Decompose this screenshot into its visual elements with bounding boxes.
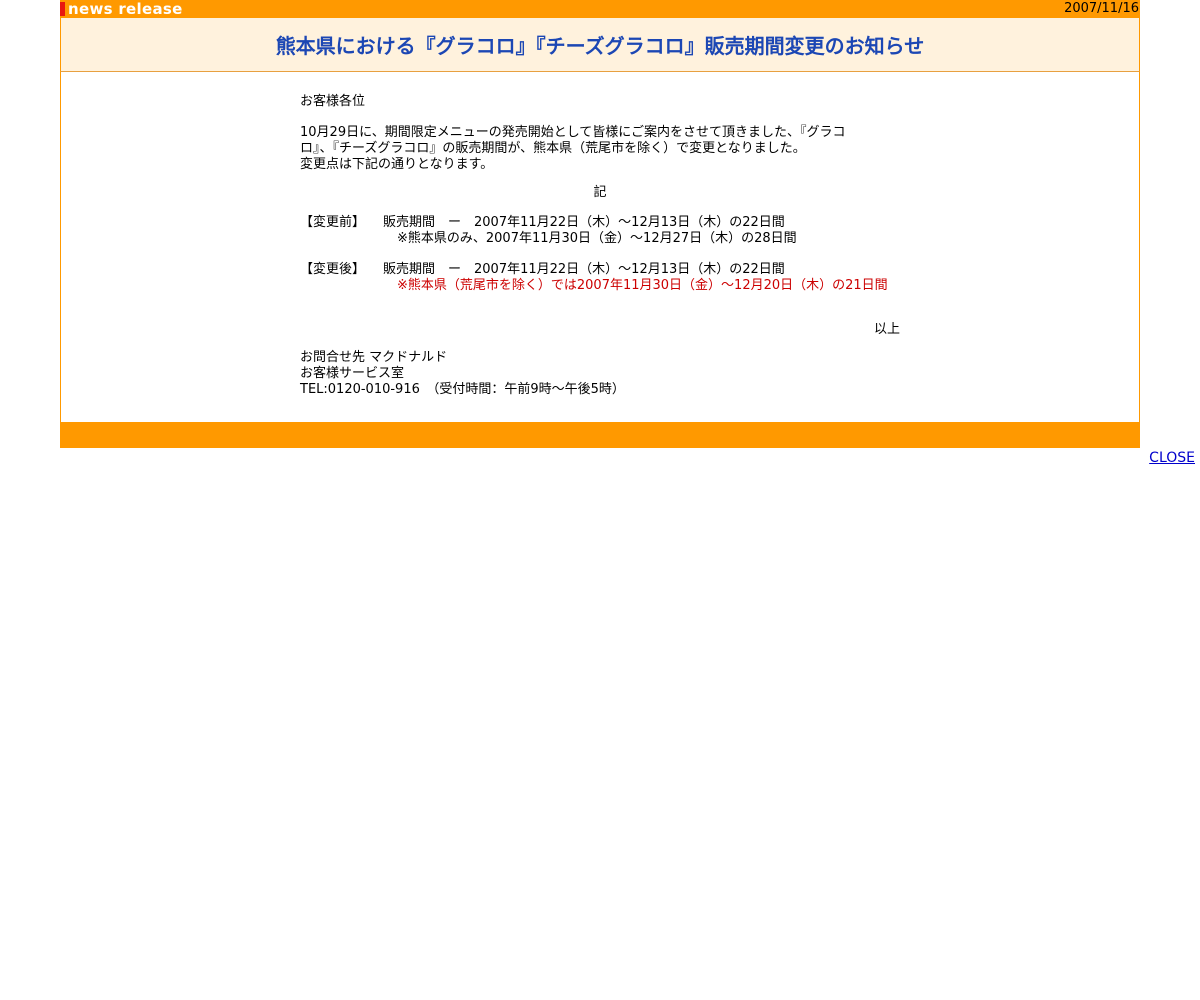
after-line-2-highlight: ※熊本県（荒尾市を除く）では2007年11月30日（金）～12月20日（木）の2…: [397, 278, 888, 293]
close-link[interactable]: CLOSE: [1149, 450, 1195, 466]
contact-block: お問合せ先 マクドナルド お客様サービス室 TEL:0120-010-916 （…: [300, 350, 900, 398]
greeting: お客様各位: [300, 94, 366, 109]
after-line-1: 販売期間 ー 2007年11月22日（木）～12月13日（木）の22日間: [383, 262, 785, 277]
before-label: 【変更前】: [300, 215, 366, 230]
release-date: 2007/11/16: [1064, 1, 1139, 16]
notice-body: お客様各位 10月29日に、期間限定メニューの発売開始として皆様にご案内をさせて…: [300, 92, 900, 398]
after-label: 【変更後】: [300, 262, 366, 277]
footer-bar: [60, 422, 1140, 448]
news-release-logo: news release: [68, 0, 183, 18]
intro-line-3: 変更点は下記の通りとなります。: [300, 157, 494, 172]
title-box: 熊本県における『グラコロ』『チーズグラコロ』販売期間変更のお知らせ: [60, 18, 1140, 72]
news-release-frame: news release 2007/11/16 熊本県における『グラコロ』『チー…: [60, 0, 1140, 448]
intro-line-1: 10月29日に、期間限定メニューの発売開始として皆様にご案内をさせて頂きました、…: [300, 125, 846, 140]
page-title: 熊本県における『グラコロ』『チーズグラコロ』販売期間変更のお知らせ: [275, 34, 925, 58]
before-line-1: 販売期間 ー 2007年11月22日（木）～12月13日（木）の22日間: [383, 215, 785, 230]
before-line-2: ※熊本県のみ、2007年11月30日（金）～12月27日（木）の28日間: [397, 231, 797, 246]
logo-mark: [60, 2, 65, 16]
before-block: 【変更前】 販売期間 ー 2007年11月22日（木）～12月13日（木）の22…: [300, 215, 900, 247]
contact-line-1: お問合せ先 マクドナルド: [300, 350, 448, 365]
intro-line-2: ロ』、『チーズグラコロ』の販売期間が、熊本県（荒尾市を除く）で変更となりました。: [300, 141, 806, 156]
contact-line-2: お客様サービス室: [300, 366, 405, 381]
content-area: お客様各位 10月29日に、期間限定メニューの発売開始として皆様にご案内をさせて…: [60, 72, 1140, 422]
contact-line-3: TEL:0120-010-916 （受付時間：午前9時～午後5時）: [300, 382, 625, 397]
header-bar: news release 2007/11/16: [60, 0, 1140, 18]
ijou: 以上: [873, 322, 900, 337]
after-block: 【変更後】 販売期間 ー 2007年11月22日（木）～12月13日（木）の22…: [300, 262, 900, 294]
ki-heading: 記: [593, 185, 607, 200]
